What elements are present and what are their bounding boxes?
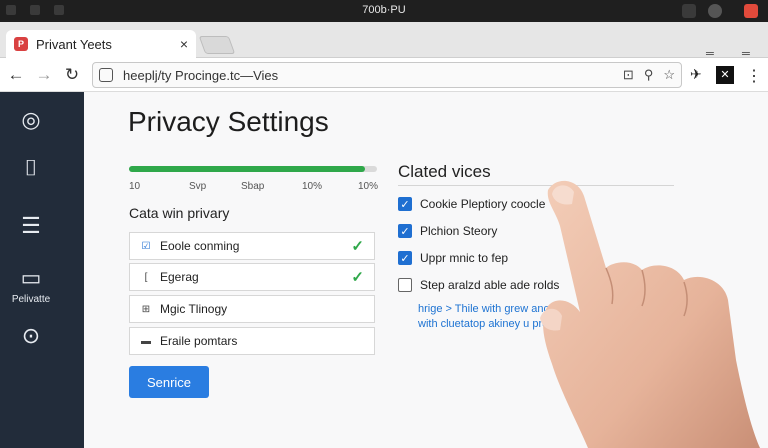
checkbox-checked-icon[interactable]: ✓ xyxy=(398,251,412,265)
help-link[interactable]: hrige > Thile with grew anc xyxy=(418,303,618,315)
close-window-icon[interactable] xyxy=(744,4,758,18)
checkbox-unchecked-icon[interactable] xyxy=(398,278,412,292)
checkbox-icon: ☑ xyxy=(141,240,151,252)
record-icon[interactable] xyxy=(708,4,722,18)
save-button[interactable]: Senrice xyxy=(129,366,209,398)
bookmark-star-icon[interactable]: ☆ xyxy=(663,67,675,83)
service-checkbox-row[interactable]: ✓ Uppr mnic to fep xyxy=(398,251,508,265)
url-text[interactable]: heeplj/ty Procinge.tc—Vies xyxy=(123,68,613,83)
screenshot-icon[interactable]: ⊡ xyxy=(623,67,634,83)
checkbox-label: Step aralzd able ade rolds xyxy=(420,278,560,292)
section-label: Cata win privary xyxy=(129,205,230,221)
help-link[interactable]: with cluetatop akiney u prcs xyxy=(418,318,618,330)
checkbox-checked-icon[interactable]: ✓ xyxy=(398,224,412,238)
option-label: Eraile pomtars xyxy=(160,334,238,348)
main-content: Privacy Settings 10 Svp Sbap 10% 10% Cat… xyxy=(84,92,768,448)
os-title-bar: 700b·PU xyxy=(0,0,768,22)
extension-dark-icon[interactable]: ✕ xyxy=(716,66,734,84)
privacy-option-row[interactable]: ▬ Eraile pomtars xyxy=(129,327,375,355)
progress-fill xyxy=(129,166,365,172)
option-label: Egerag xyxy=(160,270,199,284)
bar-icon: ▬ xyxy=(141,335,151,347)
service-checkbox-row[interactable]: ✓ Plchion Steory xyxy=(398,224,497,238)
sidebar-item-history[interactable]: ⊙ xyxy=(0,324,62,348)
checkmark-icon: ✓ xyxy=(351,269,364,286)
tray-icon[interactable] xyxy=(682,4,696,18)
tab-active[interactable]: P Privant Yeets × xyxy=(6,30,196,58)
monitor-icon: ▭ xyxy=(20,265,42,290)
page-title: Privacy Settings xyxy=(128,106,329,137)
privacy-option-row[interactable]: ⊞ Mgic Tlinogy xyxy=(129,295,375,323)
sidebar: ◎ ⌷ ☰ ▭ Pelivatte ⊙ xyxy=(0,92,84,448)
sidebar-item-privacy[interactable]: ▭ Pelivatte xyxy=(0,265,62,306)
checkbox-label: Plchion Steory xyxy=(420,224,498,238)
phone-icon: ⌷ xyxy=(24,155,38,180)
more-menu-icon[interactable]: ⋮ xyxy=(746,66,762,86)
sidebar-item-target[interactable]: ◎ xyxy=(0,108,62,132)
option-label: Mgic Tlinogy xyxy=(160,302,228,316)
site-info-icon[interactable] xyxy=(99,68,113,82)
location-icon[interactable]: ⚲ xyxy=(644,67,654,83)
new-tab-button[interactable] xyxy=(198,36,236,54)
scale-label: 10% xyxy=(358,181,379,192)
close-icon[interactable]: × xyxy=(180,36,188,52)
tab-strip: P Privant Yeets × ═ ═ xyxy=(0,22,768,60)
checkbox-checked-icon[interactable]: ✓ xyxy=(398,197,412,211)
sidebar-item-device[interactable]: ⌷ xyxy=(0,156,62,180)
privacy-option-row[interactable]: ☑ Eoole conming ✓ xyxy=(129,232,375,260)
address-bar[interactable]: heeplj/ty Procinge.tc—Vies ⊡ ⚲ ☆ xyxy=(92,62,682,88)
divider xyxy=(398,185,674,186)
site-favicon-icon: P xyxy=(14,37,28,51)
window-title: 700b·PU xyxy=(362,4,406,16)
service-checkbox-row[interactable]: Step aralzd able ade rolds xyxy=(398,278,559,292)
target-icon: ◎ xyxy=(21,107,41,132)
service-checkbox-row[interactable]: ✓ Cookie Pleptiory coocle xyxy=(398,197,545,211)
browser-toolbar: ← → ↻ heeplj/ty Procinge.tc—Vies ⊡ ⚲ ☆ ✈… xyxy=(0,58,768,92)
privacy-option-row[interactable]: [ Egerag ✓ xyxy=(129,263,375,291)
clock-icon: ⊙ xyxy=(21,323,41,348)
scale-label: Svp xyxy=(189,181,207,192)
sidebar-item-documents[interactable]: ☰ xyxy=(0,214,62,238)
sidebar-item-label: Pelivatte xyxy=(11,294,51,305)
bracket-icon: [ xyxy=(144,271,148,283)
document-icon: ☰ xyxy=(21,213,41,238)
checkbox-label: Uppr mnic to fep xyxy=(420,251,509,265)
related-services-title: Clated vices xyxy=(398,162,491,181)
reload-icon[interactable]: ↻ xyxy=(58,65,86,85)
extension-plane-icon[interactable]: ✈ xyxy=(690,66,702,83)
back-arrow-icon[interactable]: ← xyxy=(2,65,30,85)
scale-label: 10 xyxy=(129,181,141,192)
option-label: Eoole conming xyxy=(160,239,240,253)
tab-title: Privant Yeets xyxy=(36,36,112,52)
privacy-progress-bar xyxy=(129,166,377,172)
checkmark-icon: ✓ xyxy=(351,238,364,255)
image-icon: ⊞ xyxy=(141,303,151,315)
scale-label: 10% xyxy=(302,181,323,192)
checkbox-label: Cookie Pleptiory coocle xyxy=(420,197,546,211)
forward-arrow-icon[interactable]: → xyxy=(30,65,58,85)
scale-label: Sbap xyxy=(241,181,265,192)
